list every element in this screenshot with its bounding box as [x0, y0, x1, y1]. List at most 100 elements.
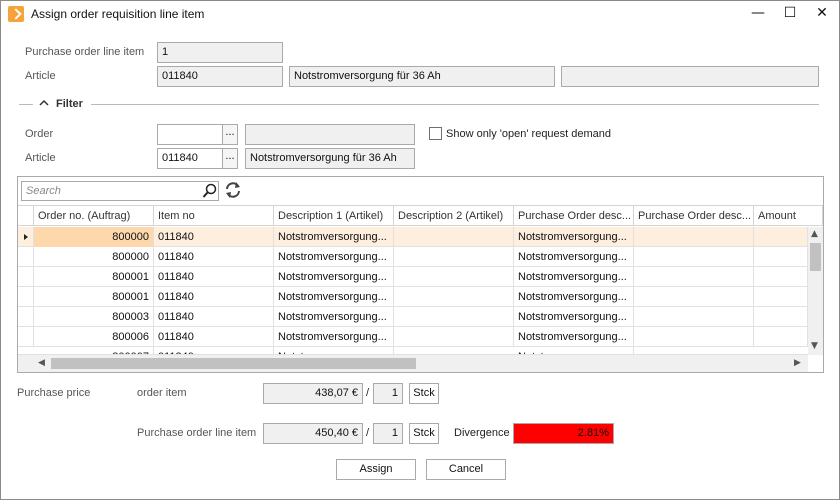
cell-order-no[interactable]: 800000 — [34, 247, 154, 267]
article-label: Article — [25, 70, 56, 82]
filter-article-label: Article — [25, 152, 56, 164]
app-icon — [8, 6, 24, 22]
filter-order-browse-button[interactable]: ... — [222, 124, 238, 145]
cell-po-description-1[interactable]: Notstromversorgung... — [514, 227, 634, 247]
column-header-order-no[interactable]: Order no. (Auftrag) — [34, 206, 154, 226]
filter-article-input[interactable]: 011840 — [157, 148, 223, 169]
minimize-button[interactable]: — — [743, 3, 773, 23]
scroll-left-icon[interactable]: ◀ — [38, 358, 45, 368]
cell-po-description-1[interactable]: Notstrom — [514, 347, 634, 354]
cell-amount[interactable] — [754, 267, 808, 287]
search-icon[interactable] — [202, 183, 218, 202]
cell-item-no[interactable]: 011840 — [154, 247, 274, 267]
cell-po-description-2[interactable] — [634, 267, 754, 287]
cell-po-description-2[interactable] — [634, 287, 754, 307]
cell-description-1[interactable]: Notstromversorgung... — [274, 267, 394, 287]
vertical-scroll-thumb[interactable] — [810, 243, 821, 271]
cell-description-1[interactable]: Notstrom — [274, 347, 394, 354]
cell-po-description-2[interactable] — [634, 307, 754, 327]
table-row[interactable]: 800000 011840 Notstromversorgung... Nots… — [18, 227, 808, 247]
cell-item-no[interactable]: 011840 — [154, 347, 274, 354]
row-indicator — [18, 267, 34, 287]
search-input[interactable]: Search — [26, 185, 61, 197]
cell-po-description-1[interactable]: Notstromversorgung... — [514, 287, 634, 307]
divergence-label: Divergence — [454, 427, 510, 439]
table-row[interactable]: 800001 011840 Notstromversorgung... Nots… — [18, 267, 808, 287]
filter-article-browse-button[interactable]: ... — [222, 148, 238, 169]
maximize-button[interactable]: ☐ — [775, 3, 805, 23]
cell-order-no[interactable]: 800001 — [34, 287, 154, 307]
search-box[interactable]: Search — [21, 181, 219, 201]
table-row[interactable]: 800003 011840 Notstromversorgung... Nots… — [18, 307, 808, 327]
cell-po-description-1[interactable]: Notstromversorgung... — [514, 307, 634, 327]
cell-description-1[interactable]: Notstromversorgung... — [274, 327, 394, 347]
po-line-price: 450,40 € — [263, 423, 363, 444]
column-header-amount[interactable]: Amount — [754, 206, 823, 226]
po-line-unit-button[interactable]: Stck — [409, 423, 439, 444]
horizontal-scrollbar[interactable]: ◀ ▶ — [18, 355, 808, 372]
cell-item-no[interactable]: 011840 — [154, 287, 274, 307]
table-row[interactable]: 800007 011840 Notstrom Notstrom — [18, 347, 808, 355]
po-line-quantity: 1 — [373, 423, 403, 444]
cell-description-2[interactable] — [394, 267, 514, 287]
scroll-up-icon[interactable]: ▲ — [811, 229, 818, 239]
open-only-checkbox[interactable] — [429, 127, 442, 140]
cell-order-no[interactable]: 800006 — [34, 327, 154, 347]
refresh-icon[interactable] — [223, 180, 243, 203]
open-only-label: Show only 'open' request demand — [446, 128, 612, 140]
cell-po-description-2[interactable] — [634, 227, 754, 247]
vertical-scrollbar[interactable]: ▲ ▼ — [808, 227, 823, 355]
scroll-right-icon[interactable]: ▶ — [794, 358, 801, 368]
cell-description-1[interactable]: Notstromversorgung... — [274, 227, 394, 247]
filter-article-description: Notstromversorgung für 36 Ah — [245, 148, 415, 169]
po-line-label: Purchase order line item — [137, 427, 257, 439]
column-header-po-description-1[interactable]: Purchase Order desc... — [514, 206, 634, 226]
order-item-unit-button[interactable]: Stck — [409, 383, 439, 404]
order-item-label: order item — [137, 387, 187, 399]
assign-button[interactable]: Assign — [336, 459, 416, 480]
column-header-item-no[interactable]: Item no — [154, 206, 274, 226]
current-row-indicator-icon — [18, 227, 34, 247]
cell-description-1[interactable]: Notstromversorgung... — [274, 307, 394, 327]
cell-po-description-1[interactable]: Notstromversorgung... — [514, 267, 634, 287]
table-row[interactable]: 800000 011840 Notstromversorgung... Nots… — [18, 247, 808, 267]
cell-order-no[interactable]: 800007 — [34, 347, 154, 354]
cell-order-no[interactable]: 800001 — [34, 267, 154, 287]
filter-separator-left — [19, 104, 33, 105]
cell-po-description-1[interactable]: Notstromversorgung... — [514, 247, 634, 267]
cell-amount[interactable] — [754, 327, 808, 347]
cell-description-2[interactable] — [394, 327, 514, 347]
cell-description-2[interactable] — [394, 307, 514, 327]
column-header-po-description-2[interactable]: Purchase Order desc... — [634, 206, 754, 226]
cell-amount[interactable] — [754, 227, 808, 247]
horizontal-scroll-thumb[interactable] — [51, 358, 416, 369]
cell-po-description-2[interactable] — [634, 327, 754, 347]
scroll-down-icon[interactable]: ▼ — [811, 341, 818, 351]
cell-description-1[interactable]: Notstromversorgung... — [274, 287, 394, 307]
chevron-up-icon[interactable] — [39, 97, 49, 109]
close-button[interactable]: ✕ — [807, 3, 837, 23]
column-header-description-1[interactable]: Description 1 (Artikel) — [274, 206, 394, 226]
cell-description-2[interactable] — [394, 227, 514, 247]
cell-order-no[interactable]: 800003 — [34, 307, 154, 327]
cell-description-1[interactable]: Notstromversorgung... — [274, 247, 394, 267]
filter-order-input[interactable] — [157, 124, 223, 145]
cell-description-2[interactable] — [394, 247, 514, 267]
cell-po-description-2[interactable] — [634, 247, 754, 267]
table-row[interactable]: 800006 011840 Notstromversorgung... Nots… — [18, 327, 808, 347]
cell-item-no[interactable]: 011840 — [154, 327, 274, 347]
cancel-button[interactable]: Cancel — [426, 459, 506, 480]
cell-item-no[interactable]: 011840 — [154, 267, 274, 287]
table-row[interactable]: 800001 011840 Notstromversorgung... Nots… — [18, 287, 808, 307]
cell-amount[interactable] — [754, 247, 808, 267]
cell-item-no[interactable]: 011840 — [154, 307, 274, 327]
cell-item-no[interactable]: 011840 — [154, 227, 274, 247]
cell-amount[interactable] — [754, 307, 808, 327]
purchase-price-label: Purchase price — [17, 387, 91, 399]
cell-order-no[interactable]: 800000 — [34, 227, 154, 247]
po-line-item-field: 1 — [157, 42, 283, 63]
cell-description-2[interactable] — [394, 287, 514, 307]
cell-po-description-1[interactable]: Notstromversorgung... — [514, 327, 634, 347]
column-header-description-2[interactable]: Description 2 (Artikel) — [394, 206, 514, 226]
cell-amount[interactable] — [754, 287, 808, 307]
